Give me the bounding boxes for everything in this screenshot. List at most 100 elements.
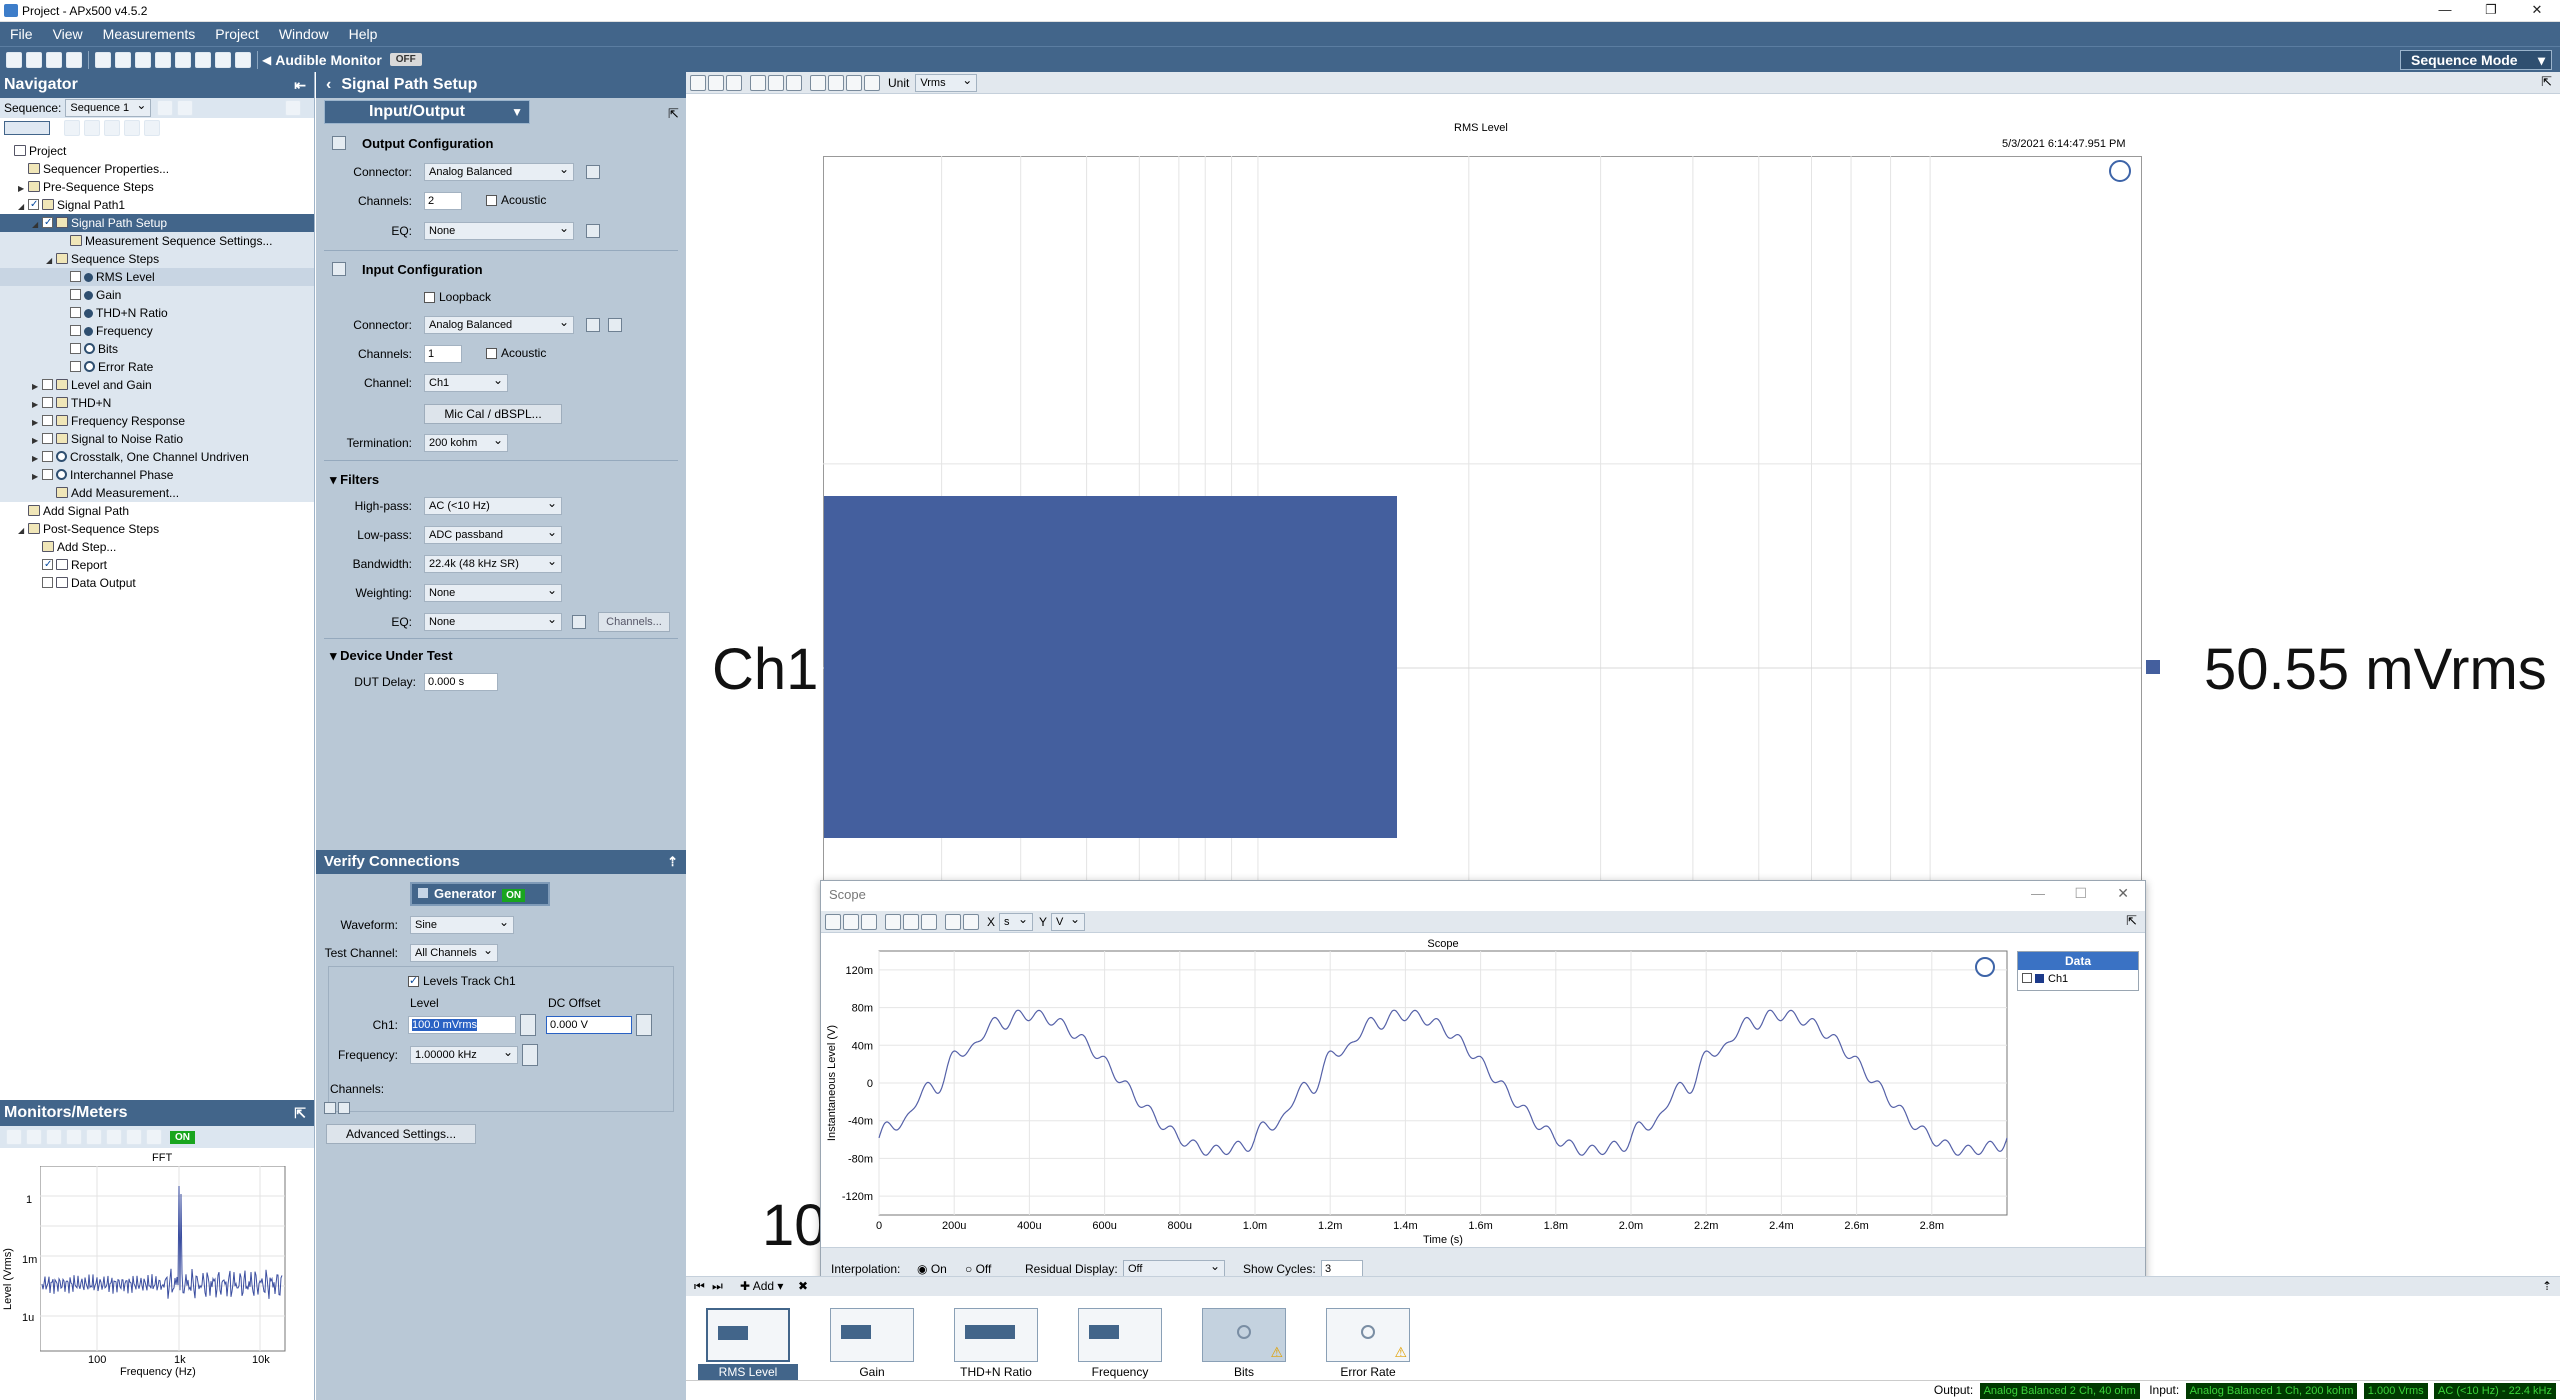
back-chevron-icon[interactable]: ‹ [326,76,331,93]
legend-checkbox[interactable] [2022,973,2032,983]
tree-node[interactable]: ◢ Sequence Steps [0,250,314,268]
expand-icon[interactable]: ⇱ [294,1100,306,1126]
menu-window[interactable]: Window [269,22,339,46]
dut-delay-input[interactable]: 0.000 s [424,673,498,691]
measurement-thumbnail[interactable] [706,1308,790,1362]
tree-checkbox[interactable] [42,397,53,408]
popout-icon[interactable]: ⇱ [2126,913,2137,929]
waveform-icon[interactable] [6,1129,22,1145]
tree-node[interactable]: Bits [0,340,314,358]
collapse-icon[interactable]: ⇡ [2542,1279,2552,1293]
termination-dropdown[interactable]: 200 kohm [424,432,508,452]
menu-project[interactable]: Project [205,22,269,46]
frequency-dropdown[interactable]: 1.00000 kHz [410,1044,518,1064]
mic-cal-button[interactable]: Mic Cal / dBSPL... [424,404,562,424]
input-connector-dropdown[interactable]: Analog Balanced [424,314,574,334]
menu-view[interactable]: View [43,22,93,46]
tree-checkbox[interactable] [42,415,53,426]
settings-icon[interactable] [963,913,979,930]
tree-checkbox[interactable] [42,469,53,480]
tree-node[interactable]: ▶ Frequency Response [0,412,314,430]
input-connector-settings-icon[interactable] [586,318,600,332]
tree-checkbox[interactable] [70,271,81,282]
tree-node[interactable]: Sequencer Properties... [0,160,314,178]
tree-node[interactable]: ▶ Signal to Noise Ratio [0,430,314,448]
tree-node[interactable]: Add Measurement... [0,484,314,502]
tree-node[interactable]: Project [0,142,314,160]
channel-1-icon[interactable] [324,1102,336,1114]
tree-checkbox[interactable] [42,559,53,570]
delete-icon[interactable] [104,120,120,136]
generator-button[interactable]: Generator ON [410,882,550,906]
bandwidth-dropdown[interactable]: 22.4k (48 kHz SR) [424,553,562,573]
clock-icon[interactable] [235,51,251,68]
copy-icon[interactable] [124,120,140,136]
legend-item-ch1[interactable]: Ch1 [2018,970,2138,988]
grid-icon[interactable] [106,1129,122,1145]
next-icon[interactable]: ⏭ [712,1279,723,1294]
highpass-dropdown[interactable]: AC (<10 Hz) [424,495,562,515]
list-icon[interactable] [175,51,191,68]
scope-minimize-button[interactable]: — [2031,885,2045,901]
filter-eq-settings-icon[interactable] [572,615,586,629]
zoom-fit-icon[interactable] [903,913,919,930]
output-connector-dropdown[interactable]: Analog Balanced [424,161,574,181]
advanced-settings-button[interactable]: Advanced Settings... [326,1124,476,1144]
tree-node[interactable]: Measurement Sequence Settings... [0,232,314,250]
maximize-button[interactable]: ❐ [2468,0,2514,22]
input-connector-info-icon[interactable] [608,318,622,332]
sequence-mode-dropdown[interactable]: Sequence Mode ▾ [2400,50,2552,70]
chart-icon[interactable] [84,120,100,136]
filter-eq-dropdown[interactable]: None [424,611,562,631]
tree-node[interactable]: ◢Signal Path Setup [0,214,314,232]
settings-icon[interactable] [864,74,880,91]
save-icon[interactable] [46,51,62,68]
audible-monitor-toggle[interactable]: OFF [389,53,422,66]
tree-checkbox[interactable] [70,325,81,336]
first-icon[interactable]: ⏮ [694,1279,705,1294]
output-eq-dropdown[interactable]: None [424,220,574,240]
add-measurement-button[interactable]: ✚ Add ▾ [740,1279,783,1293]
ch1-dc-offset-input[interactable]: 0.000 V [546,1016,632,1034]
test-channel-dropdown[interactable]: All Channels [410,942,498,962]
y-unit-dropdown[interactable]: V [1051,911,1086,931]
tree-node[interactable]: Add Signal Path [0,502,314,520]
menu-measurements[interactable]: Measurements [93,22,206,46]
channel-2-icon[interactable] [338,1102,350,1114]
tree-checkbox[interactable] [28,199,39,210]
tree-checkbox[interactable] [42,217,53,228]
scope-maximize-button[interactable]: ☐ [2074,885,2087,902]
pin-icon[interactable]: ⇤ [294,72,306,98]
clock-icon[interactable] [146,1129,162,1145]
ch1-level-spinner[interactable] [520,1014,536,1036]
tree-node[interactable]: Error Rate [0,358,314,376]
tree-node[interactable]: ▶ THD+N [0,394,314,412]
measurement-thumbnail-label[interactable]: RMS Level [698,1364,798,1380]
measurement-thumbnail-label[interactable]: Bits [1194,1364,1294,1380]
scope-close-button[interactable]: ✕ [2117,885,2129,902]
measurement-thumbnail-label[interactable]: THD+N Ratio [946,1364,1046,1380]
tree-node[interactable]: Data Output [0,574,314,592]
waveform-dropdown[interactable]: Sine [410,914,514,934]
table-icon[interactable] [66,1129,82,1145]
step-icon[interactable] [64,120,80,136]
sequence-layout-icon[interactable] [177,100,194,116]
save-icon[interactable] [825,913,841,930]
print-icon[interactable] [726,74,742,91]
section-dropdown[interactable]: Input/Output ▼ [324,100,530,124]
zoom-icon[interactable] [885,913,901,930]
tree-checkbox[interactable] [42,433,53,444]
copy-icon[interactable] [843,913,859,930]
collapse-icon[interactable]: ⇡ [667,850,678,874]
delete-icon[interactable]: ✖ [798,1279,808,1293]
sequence-settings-icon[interactable] [157,100,174,116]
measurement-thumbnail-label[interactable]: Frequency [1070,1364,1170,1380]
tree-node[interactable]: Gain [0,286,314,304]
frequency-spinner[interactable] [522,1044,538,1066]
tree-checkbox[interactable] [42,577,53,588]
measurement-thumbnail[interactable]: ⚠ [1202,1308,1286,1362]
grid-icon[interactable] [155,51,171,68]
open-icon[interactable] [26,51,42,68]
tree-node[interactable]: ▶ Crosstalk, One Channel Undriven [0,448,314,466]
sequence-dropdown[interactable]: Sequence 1 [65,97,152,117]
